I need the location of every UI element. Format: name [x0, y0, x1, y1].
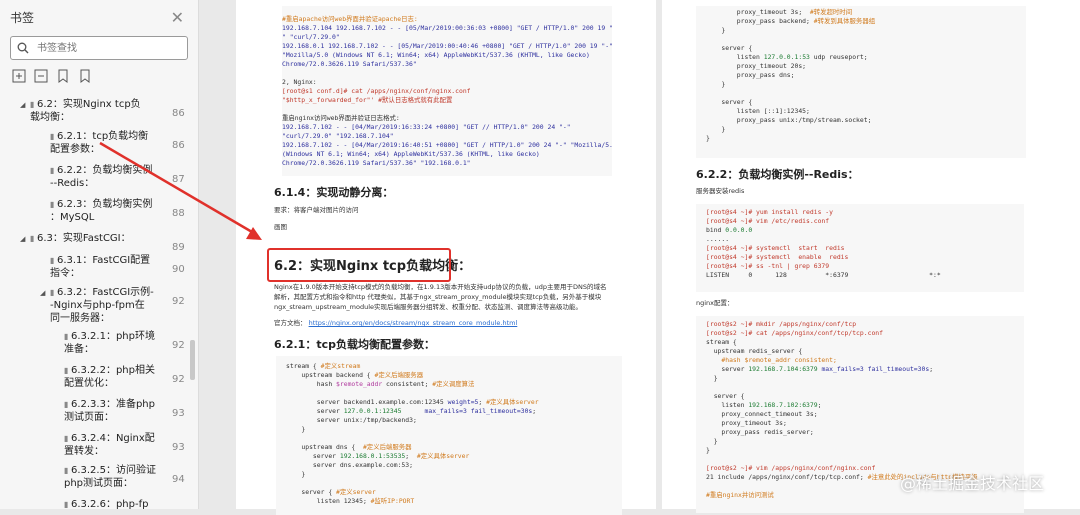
watermark: @稀土掘金技术社区: [900, 474, 1045, 493]
red-arrow: [99, 141, 262, 240]
